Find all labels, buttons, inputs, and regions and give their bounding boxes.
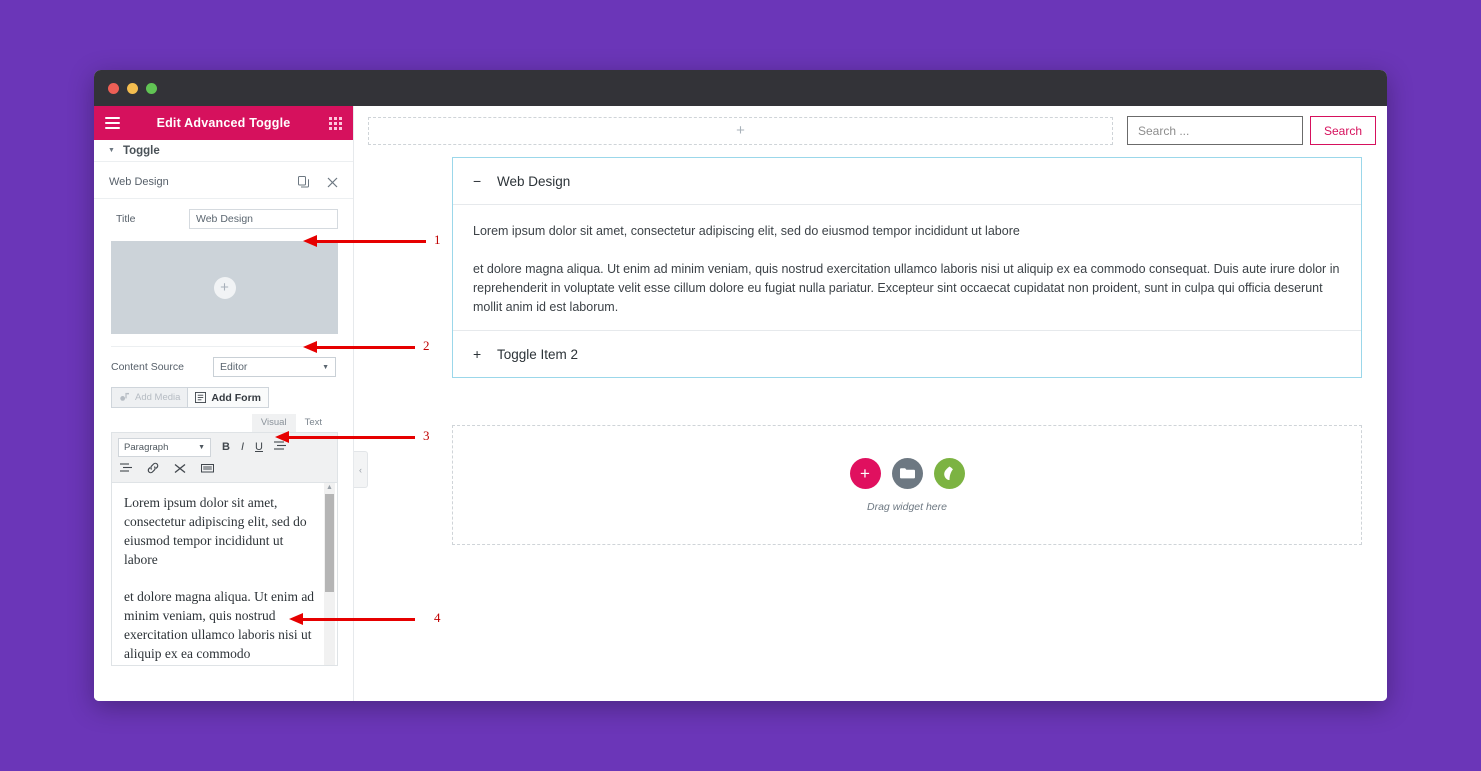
duplicate-icon[interactable]: [298, 176, 309, 188]
grid-icon[interactable]: [329, 116, 342, 130]
toggle-item-header[interactable]: − Web Design: [453, 158, 1361, 205]
tab-text[interactable]: Text: [296, 414, 331, 432]
toggle-section-label: Toggle: [122, 144, 160, 157]
add-media-button[interactable]: Add Media: [111, 387, 188, 408]
scrollbar-thumb[interactable]: [325, 494, 334, 592]
content-source-value: Editor: [220, 361, 248, 373]
toggle-widget: − Web Design Lorem ipsum dolor sit amet,…: [452, 157, 1362, 378]
search-button[interactable]: Search: [1309, 116, 1376, 145]
editor-sidebar-panel: Edit Advanced Toggle ▼ Toggle Web Design: [94, 106, 354, 701]
toggle-item-title: Web Design: [497, 173, 571, 189]
widget-drop-zone[interactable]: + Drag widget here: [452, 425, 1362, 545]
read-more-icon[interactable]: [174, 463, 186, 477]
toggle-item-content: Lorem ipsum dolor sit amet, consectetur …: [453, 205, 1361, 331]
add-form-button[interactable]: Add Form: [187, 387, 269, 408]
link-icon[interactable]: [147, 462, 159, 477]
panel-scroll-area: Web Design Title Web Design + Content So…: [94, 162, 353, 701]
add-form-label: Add Form: [211, 391, 261, 404]
underline-icon[interactable]: U: [255, 442, 263, 453]
plus-icon: +: [736, 122, 745, 139]
editor-paragraph: Lorem ipsum dolor sit amet, consectetur …: [124, 495, 307, 567]
add-widget-icon[interactable]: +: [849, 457, 881, 489]
editor-scrollbar[interactable]: ▲: [324, 483, 335, 665]
scroll-up-icon[interactable]: ▲: [324, 483, 335, 493]
chevron-down-icon: ▼: [108, 147, 115, 154]
title-field-row: Title: [94, 199, 353, 235]
add-image-icon[interactable]: +: [213, 276, 236, 299]
title-field-label: Title: [116, 213, 136, 225]
numbered-list-icon[interactable]: [120, 463, 132, 476]
wysiwyg-editor: Paragraph ▼ B I U Lorem ipsum dolor sit …: [111, 432, 338, 666]
content-source-row: Content Source Editor ▼: [94, 347, 353, 377]
canvas-top-row: + Search: [354, 106, 1387, 145]
content-source-label: Content Source: [111, 361, 184, 373]
content-source-select[interactable]: Editor ▼: [213, 357, 336, 377]
chevron-left-icon: ‹: [359, 464, 362, 475]
leaf-icon[interactable]: [933, 457, 965, 489]
repeater-item-name: Web Design: [109, 176, 169, 188]
paragraph-format-select[interactable]: Paragraph ▼: [118, 438, 211, 457]
panel-header: Edit Advanced Toggle: [94, 106, 353, 140]
editor-mode-tabs: Visual Text: [94, 408, 353, 432]
window-minimize-button[interactable]: [127, 82, 138, 94]
window-maximize-button[interactable]: [146, 82, 157, 94]
bullet-list-icon[interactable]: [273, 441, 286, 454]
title-input[interactable]: [189, 209, 338, 229]
paragraph-format-value: Paragraph: [124, 442, 169, 453]
search-widget: Search: [1126, 116, 1376, 145]
panel-collapse-handle[interactable]: ‹: [354, 451, 368, 488]
toggle-paragraph: et dolore magna aliqua. Ut enim ad minim…: [473, 262, 1340, 314]
window-close-button[interactable]: [108, 82, 119, 94]
toggle-paragraph: Lorem ipsum dolor sit amet, consectetur …: [473, 224, 1020, 238]
editor-canvas: ‹ + Search − Web Design Lorem ipsum dolo…: [354, 106, 1387, 701]
editor-toolbar: Paragraph ▼ B I U: [112, 433, 337, 483]
drop-zone-label: Drag widget here: [867, 500, 947, 513]
media-buttons-row: Add Media Add Form: [94, 377, 353, 408]
panel-title: Edit Advanced Toggle: [156, 116, 291, 130]
minus-icon: −: [473, 173, 482, 189]
tab-visual[interactable]: Visual: [251, 414, 296, 432]
plus-glyph: +: [860, 463, 870, 483]
browser-window: Edit Advanced Toggle ▼ Toggle Web Design: [94, 70, 1387, 701]
editor-paragraph: et dolore magna aliqua. Ut enim ad minim…: [124, 589, 315, 661]
folder-icon[interactable]: [891, 457, 923, 489]
repeater-item-header[interactable]: Web Design: [94, 162, 353, 199]
chevron-down-icon: ▼: [198, 444, 205, 451]
image-placeholder[interactable]: +: [111, 241, 338, 334]
keyboard-icon[interactable]: [201, 463, 214, 476]
hamburger-menu-icon[interactable]: [105, 117, 120, 129]
bold-icon[interactable]: B: [222, 442, 230, 453]
search-input[interactable]: [1126, 116, 1303, 145]
drop-zone-icons: +: [849, 457, 965, 489]
plus-icon: +: [473, 346, 482, 362]
toggle-section-header[interactable]: ▼ Toggle: [94, 140, 353, 162]
toggle-item-header[interactable]: + Toggle Item 2: [453, 331, 1361, 377]
italic-icon[interactable]: I: [241, 442, 244, 453]
add-media-label: Add Media: [135, 392, 181, 403]
editor-content-area[interactable]: Lorem ipsum dolor sit amet, consectetur …: [112, 483, 337, 665]
add-new-section-button[interactable]: +: [368, 116, 1113, 145]
title-bar: [94, 70, 1387, 106]
chevron-down-icon: ▼: [322, 363, 329, 371]
toggle-item-title: Toggle Item 2: [497, 346, 579, 362]
close-icon[interactable]: [327, 177, 338, 188]
app-body: Edit Advanced Toggle ▼ Toggle Web Design: [94, 106, 1387, 701]
